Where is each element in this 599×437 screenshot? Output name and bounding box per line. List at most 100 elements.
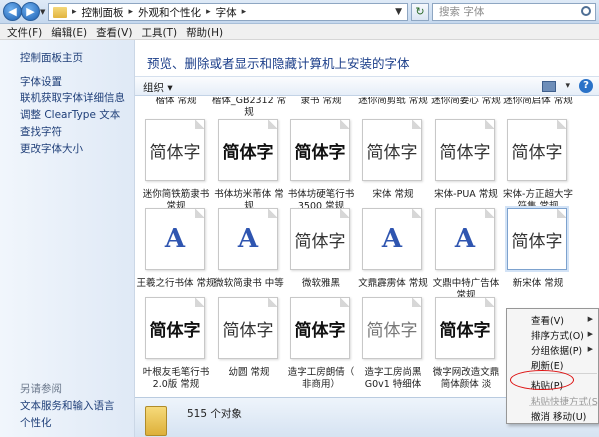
paste-highlight-circle [510, 370, 574, 390]
font-preview-glyph: 简体字 [294, 231, 346, 252]
menu-bar: 文件(F) 编辑(E) 查看(V) 工具(T) 帮助(H) [0, 24, 599, 40]
font-label-line: 迷你简启体 常规 [503, 97, 573, 106]
font-label: 微软雅黑 [281, 278, 361, 290]
font-file-a-icon: A [145, 208, 205, 270]
font-label-line: 宋体-方正超大字 [503, 189, 573, 200]
submenu-arrow-icon: ▶ [587, 315, 593, 323]
font-label-line: 微软雅黑 [301, 278, 340, 289]
font-label-line: 迷你简剪纸 常规 [358, 97, 428, 106]
font-label[interactable]: 隶书 常规 [281, 97, 361, 107]
refresh-icon[interactable]: ↻ [411, 3, 429, 21]
cleartype-link[interactable]: 调整 ClearType 文本 [20, 107, 120, 122]
font-label-line: 隶书 常规 [300, 97, 342, 106]
font-label-line: 微软简隶书 中等 [214, 278, 284, 289]
font-label-line: 叶根友毛笔行书 [142, 367, 210, 378]
menu-tools[interactable]: 工具(T) [138, 24, 183, 39]
font-preview-glyph: 简体字 [294, 320, 346, 341]
font-label-line: 文鼎霹雳体 常规 [358, 278, 428, 289]
command-bar: 组织 ▾ ▾ ? [135, 76, 599, 96]
font-preview-glyph: 简体字 [294, 142, 346, 163]
change-font-size-link[interactable]: 更改字体大小 [20, 141, 83, 156]
menu-help[interactable]: 帮助(H) [183, 24, 229, 39]
search-input[interactable]: 搜索 字体 [432, 3, 596, 21]
breadcrumb-appearance[interactable]: 外观和个性化 [138, 5, 201, 20]
font-file-a-icon: A [435, 208, 495, 270]
breadcrumb-fonts[interactable]: 字体 [216, 5, 237, 20]
page-title: 预览、删除或者显示和隐藏计算机上安装的字体 [147, 56, 410, 71]
font-label-line: 书体坊硬笔行书 [287, 189, 355, 200]
font-label[interactable]: 楷体_GB2312 常规 [209, 97, 289, 119]
font-preview-icon: 简体字 [362, 119, 422, 181]
control-panel-home-link[interactable]: 控制面板主页 [20, 50, 83, 65]
font-label-line: 宋体 常规 [372, 189, 414, 200]
font-label: 叶根友毛笔行书 2.0版 常规 [136, 367, 216, 391]
font-label-line: 楷体 常规 [155, 97, 197, 106]
online-font-info-link[interactable]: 联机获取字体详细信息 [20, 90, 125, 105]
context-menu-item[interactable]: 查看(V) [531, 313, 564, 327]
submenu-arrow-icon: ▶ [587, 345, 593, 353]
font-label: 造字工房朗倩（ 非商用） [281, 367, 361, 391]
font-label-line: 书体坊米芾体 常 [214, 189, 284, 200]
font-label[interactable]: 迷你简姜心 常规 [426, 97, 506, 107]
back-arrow-icon[interactable]: ◀ [3, 2, 22, 21]
context-menu-separator [529, 405, 597, 406]
font-label[interactable]: 迷你简启体 常规 [498, 97, 578, 107]
item-count: 515 个对象 [187, 408, 242, 420]
font-preview-icon: 简体字 [362, 297, 422, 359]
font-preview-glyph: A [164, 224, 186, 254]
view-options-chevron-icon[interactable]: ▾ [565, 81, 570, 91]
font-preview-icon: 简体字 [145, 297, 205, 359]
help-icon[interactable]: ? [579, 79, 593, 93]
font-settings-link[interactable]: 字体设置 [20, 74, 62, 89]
organize-button[interactable]: 组织 ▾ [143, 80, 173, 95]
font-label-line: 造字工房尚黑 [364, 367, 422, 378]
font-preview-glyph: 简体字 [366, 320, 418, 341]
font-label-line: 2.0版 常规 [152, 379, 200, 390]
font-label-line: 宋体-PUA 常规 [434, 189, 498, 200]
change-view-icon[interactable] [542, 80, 557, 92]
font-label-line: 文鼎中特广告体 [432, 278, 500, 289]
breadcrumb-separator-icon[interactable]: ▸ [129, 7, 134, 17]
address-bar[interactable]: ▸ 控制面板 ▸ 外观和个性化 ▸ 字体 ▸ ▼ [48, 3, 408, 21]
font-file-a-icon: A [362, 208, 422, 270]
font-label-line: 新宋体 常规 [512, 278, 564, 289]
font-preview-glyph: A [237, 224, 259, 254]
font-label: 微字网改造文鼎 简体颜体 淡 [426, 367, 506, 391]
font-preview-icon: 简体字 [290, 119, 350, 181]
font-preview-glyph: 简体字 [439, 142, 491, 163]
personalization-link[interactable]: 个性化 [20, 415, 52, 430]
font-label-line: 楷体_GB2312 常 [211, 97, 287, 106]
menu-view[interactable]: 查看(V) [93, 24, 138, 39]
font-label[interactable]: 迷你简剪纸 常规 [353, 97, 433, 107]
history-chevron-down-icon[interactable]: ▼ [40, 8, 45, 16]
search-placeholder: 搜索 字体 [439, 6, 485, 18]
context-menu-item[interactable]: 排序方式(O) [531, 328, 584, 342]
font-preview-icon: 简体字 [507, 208, 567, 270]
font-label-line: 迷你简姜心 常规 [431, 97, 501, 106]
search-icon[interactable] [581, 6, 591, 16]
menu-file[interactable]: 文件(F) [4, 24, 48, 39]
breadcrumb-separator-icon[interactable]: ▸ [206, 7, 211, 17]
forward-arrow-icon[interactable]: ▶ [21, 2, 40, 21]
font-label-line: 造字工房朗倩（ [287, 367, 355, 378]
menu-edit[interactable]: 编辑(E) [48, 24, 93, 39]
see-also-heading: 另请参阅 [20, 383, 62, 395]
breadcrumb-separator-icon[interactable]: ▸ [72, 7, 77, 17]
text-services-link[interactable]: 文本服务和输入语言 [20, 398, 115, 413]
breadcrumb-separator-icon[interactable]: ▸ [242, 7, 247, 17]
font-label-line: 微字网改造文鼎 [432, 367, 500, 378]
font-preview-glyph: 简体字 [222, 320, 274, 341]
folder-icon [145, 406, 167, 436]
font-file-a-icon: A [218, 208, 278, 270]
context-menu-item[interactable]: 分组依据(P) [531, 343, 582, 357]
font-label: 造字工房尚黑 G0v1 特细体 [353, 367, 433, 391]
address-dropdown-icon[interactable]: ▼ [395, 7, 402, 17]
context-menu-item[interactable]: 撤消 移动(U) [531, 409, 586, 423]
font-preview-glyph: 简体字 [149, 142, 201, 163]
font-preview-icon: 简体字 [290, 208, 350, 270]
font-label[interactable]: 楷体 常规 [136, 97, 216, 107]
font-preview-glyph: 简体字 [149, 320, 201, 341]
breadcrumb-control-panel[interactable]: 控制面板 [82, 5, 124, 20]
find-character-link[interactable]: 查找字符 [20, 124, 62, 139]
font-label-line: 非商用） [301, 379, 340, 390]
